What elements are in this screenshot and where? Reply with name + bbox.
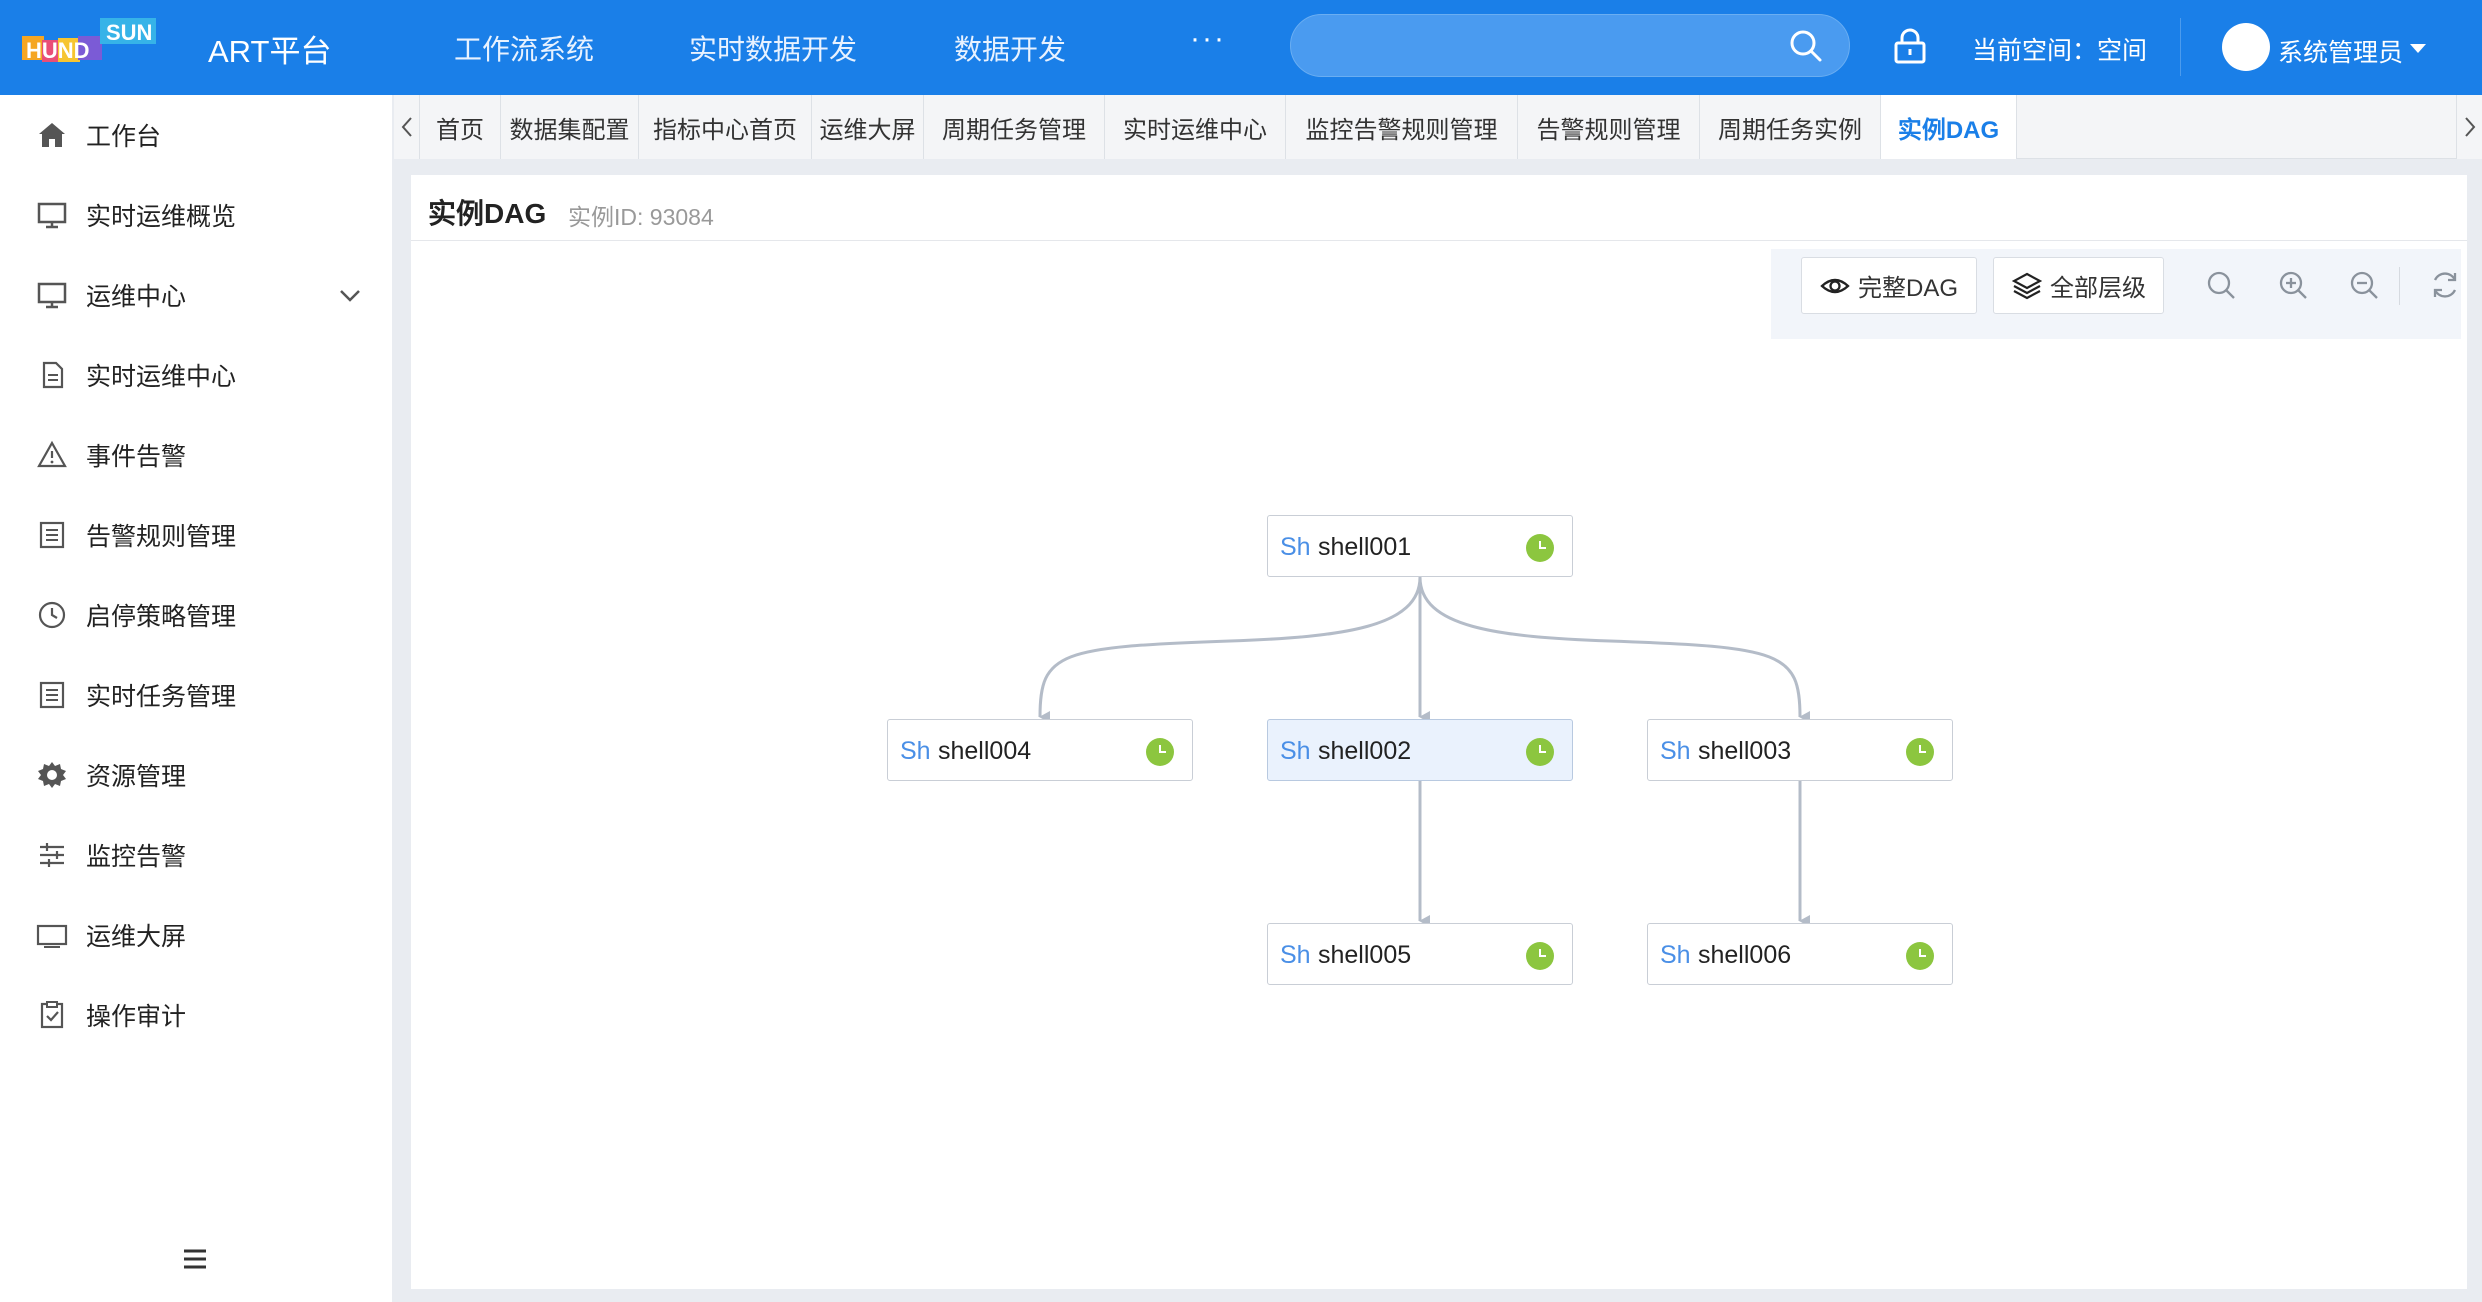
clock-status-icon [1526, 942, 1554, 970]
clock-status-icon [1906, 942, 1934, 970]
sidebar-item-label: 运维大屏 [86, 923, 187, 951]
clock-icon [38, 601, 66, 629]
sidebar-item-label: 告警规则管理 [86, 523, 237, 551]
sidebar-item-realtime-task-mgmt[interactable]: 实时任务管理 [0, 655, 392, 735]
menu-collapse-icon[interactable] [182, 1248, 208, 1270]
sidebar-item-start-stop-policy[interactable]: 启停策略管理 [0, 575, 392, 655]
document-icon [42, 361, 64, 389]
hundsun-logo[interactable]: HUND SUN [22, 18, 158, 74]
tab-periodic-task-mgmt[interactable]: 周期任务管理 [924, 95, 1105, 159]
dag-node-shell002[interactable]: Sh shell002 [1267, 719, 1573, 781]
dag-node-shell004[interactable]: Sh shell004 [887, 719, 1193, 781]
sidebar-item-label: 实时运维中心 [86, 363, 237, 391]
gear-icon [38, 762, 66, 788]
node-name: shell003 [1698, 737, 1792, 765]
tab-indicator-center[interactable]: 指标中心首页 [639, 95, 812, 159]
tab-bar: 首页 数据集配置 指标中心首页 运维大屏 周期任务管理 实时运维中心 监控告警规… [394, 95, 2482, 159]
shell-type-tag: Sh [1280, 533, 1311, 561]
node-name: shell004 [938, 737, 1032, 765]
sliders-icon [40, 843, 64, 867]
node-name: shell006 [1698, 941, 1792, 969]
app-title: ART平台 [208, 34, 332, 69]
user-name[interactable]: 系统管理员 [2278, 33, 2403, 69]
search-icon[interactable] [1789, 29, 1823, 63]
home-icon [39, 123, 65, 147]
dag-panel: 实例DAG 实例ID: 93084 完整DAG 全部层级 Sh shell001 S… [411, 175, 2467, 1289]
chevron-right-icon [2464, 117, 2475, 137]
nav-more-button[interactable]: ··· [1190, 22, 1226, 56]
sidebar-item-label: 监控告警 [86, 843, 187, 871]
sidebar-item-label: 实时任务管理 [86, 683, 237, 711]
sidebar-item-label: 资源管理 [86, 763, 187, 791]
tab-home[interactable]: 首页 [420, 95, 501, 159]
current-space-label[interactable]: 当前空间：空间 [1972, 31, 2147, 67]
sidebar-item-label: 启停策略管理 [86, 603, 237, 631]
tab-instance-dag[interactable]: 实例DAG [1881, 95, 2017, 159]
nav-workflow[interactable]: 工作流系统 [454, 28, 594, 68]
tab-scroll-left[interactable] [394, 95, 420, 159]
chevron-down-icon[interactable] [338, 283, 362, 307]
sidebar-item-label: 操作审计 [86, 1003, 187, 1031]
sidebar-item-resource-mgmt[interactable]: 资源管理 [0, 735, 392, 815]
tab-monitor-alert-rules[interactable]: 监控告警规则管理 [1286, 95, 1518, 159]
sidebar-item-alert-rules[interactable]: 告警规则管理 [0, 495, 392, 575]
node-name: shell005 [1318, 941, 1412, 969]
lock-icon[interactable] [1893, 28, 1927, 64]
shell-type-tag: Sh [1280, 737, 1311, 765]
clock-status-icon [1526, 534, 1554, 562]
sidebar-item-ops-center[interactable]: 运维中心 [0, 255, 392, 335]
sidebar-item-operation-audit[interactable]: 操作审计 [0, 975, 392, 1055]
nav-data-dev[interactable]: 数据开发 [954, 28, 1066, 68]
sidebar: 工作台 实时运维概览 运维中心 实时运维中心 事件告警 告警规则管理 启停策略管… [0, 95, 392, 1302]
shell-type-tag: Sh [900, 737, 931, 765]
sidebar-item-event-alert[interactable]: 事件告警 [0, 415, 392, 495]
shell-type-tag: Sh [1660, 737, 1691, 765]
clipboard-check-icon [40, 1001, 64, 1029]
tab-dataset-config[interactable]: 数据集配置 [501, 95, 639, 159]
sidebar-item-realtime-ops-center[interactable]: 实时运维中心 [0, 335, 392, 415]
chevron-left-icon [401, 117, 412, 137]
shell-type-tag: Sh [1660, 941, 1691, 969]
svg-text:SUN: SUN [106, 20, 152, 45]
tab-ops-screen[interactable]: 运维大屏 [812, 95, 924, 159]
monitor-icon [37, 282, 67, 309]
dag-node-shell001[interactable]: Sh shell001 [1267, 515, 1573, 577]
clock-status-icon [1906, 738, 1934, 766]
monitor-icon [37, 202, 67, 229]
tab-periodic-task-instance[interactable]: 周期任务实例 [1700, 95, 1881, 159]
tab-alert-rules[interactable]: 告警规则管理 [1518, 95, 1700, 159]
search-input[interactable] [1290, 14, 1850, 77]
tab-scroll-right[interactable] [2456, 95, 2482, 159]
sidebar-item-label: 事件告警 [86, 443, 187, 471]
dag-edge-shell001-shell003 [1418, 576, 1811, 723]
dag-edge-shell001-shell004 [1038, 576, 1422, 724]
list-icon [39, 521, 65, 549]
sidebar-item-label: 运维中心 [86, 283, 187, 311]
sidebar-item-monitor-alert[interactable]: 监控告警 [0, 815, 392, 895]
clock-status-icon [1526, 738, 1554, 766]
svg-text:HUND: HUND [26, 38, 90, 63]
warning-icon [37, 440, 67, 468]
sidebar-item-label: 工作台 [86, 123, 162, 151]
sidebar-item-label: 实时运维概览 [86, 203, 237, 231]
node-name: shell002 [1318, 737, 1412, 765]
avatar[interactable] [2222, 23, 2270, 71]
sidebar-item-realtime-overview[interactable]: 实时运维概览 [0, 175, 392, 255]
header-divider [2180, 18, 2181, 76]
sidebar-item-workbench[interactable]: 工作台 [0, 95, 392, 175]
list-icon [39, 681, 65, 709]
tab-realtime-ops-center[interactable]: 实时运维中心 [1105, 95, 1286, 159]
clock-status-icon [1146, 738, 1174, 766]
sidebar-item-ops-screen[interactable]: 运维大屏 [0, 895, 392, 975]
top-header: HUND SUN ART平台 工作流系统 实时数据开发 数据开发 ··· 当前空… [0, 0, 2482, 95]
dag-node-shell005[interactable]: Sh shell005 [1267, 923, 1573, 985]
nav-realtime-dev[interactable]: 实时数据开发 [689, 28, 857, 68]
dag-node-shell003[interactable]: Sh shell003 [1647, 719, 1953, 781]
shell-type-tag: Sh [1280, 941, 1311, 969]
node-name: shell001 [1318, 533, 1412, 561]
dag-node-shell006[interactable]: Sh shell006 [1647, 923, 1953, 985]
user-dropdown-caret-icon[interactable] [2410, 44, 2426, 53]
screen-icon [36, 924, 68, 948]
